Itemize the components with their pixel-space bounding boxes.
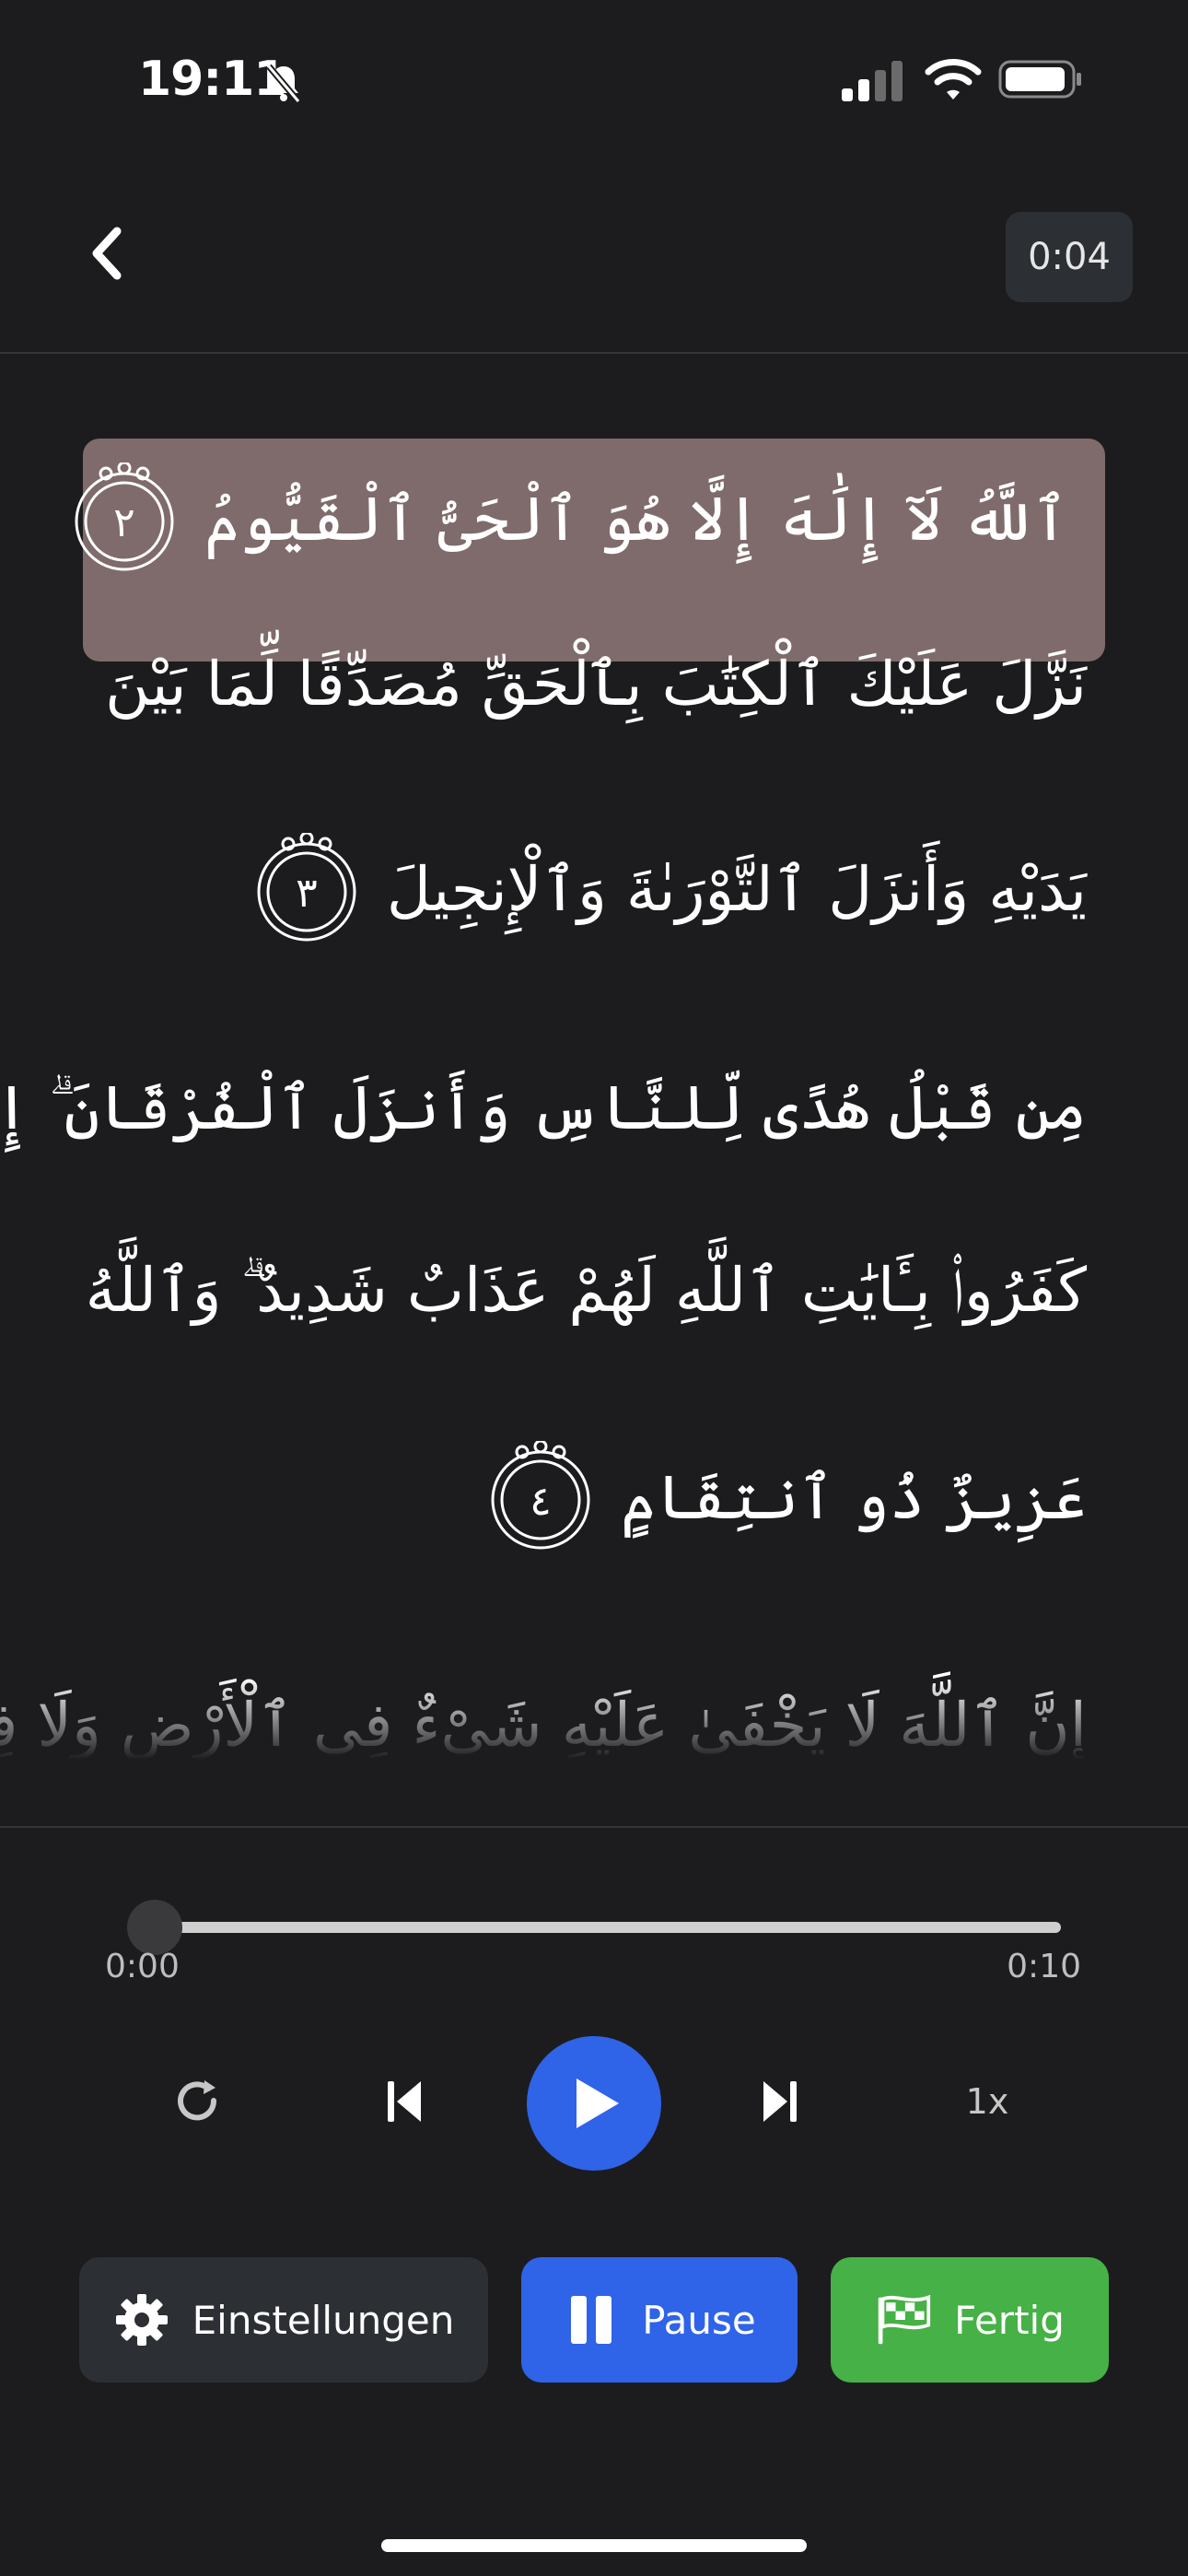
time-total: 0:10 (1007, 1948, 1081, 1985)
settings-label: Einstellungen (192, 2297, 455, 2343)
verse-text: عَزِيزٌ ذُو ٱنتِقَامٍ (620, 1461, 1087, 1533)
play-button[interactable] (527, 2036, 661, 2171)
bell-off-icon (266, 64, 301, 104)
ayah-number-marker: ٢ (75, 463, 174, 571)
skip-next-icon (763, 2081, 797, 2122)
elapsed-time-badge: 0:04 (1006, 212, 1133, 302)
verse-line[interactable]: كَفَرُوا۟ بِـَٔايَٰتِ ٱللَّهِ لَهُمْ عَذ… (86, 1255, 1087, 1328)
back-button[interactable] (74, 221, 138, 286)
verse-text: يَدَيْهِ وَأَنزَلَ ٱلتَّوْرَىٰةَ وَٱلْإِ… (386, 853, 1087, 925)
battery-icon (998, 60, 1081, 99)
verse-text: مِن قَبْلُ هُدًى لِّلنَّاسِ وَأَنزَلَ ٱل… (0, 1072, 1087, 1143)
done-label: Fertig (954, 2297, 1065, 2343)
verse-line[interactable]: عَزِيزٌ ذُو ٱنتِقَامٍ ٤ (484, 1441, 1087, 1553)
repeat-icon (178, 2080, 217, 2121)
wifi-icon (925, 59, 982, 100)
ayah-number: ٣ (296, 870, 318, 917)
verse-line[interactable]: يَدَيْهِ وَأَنزَلَ ٱلتَّوْرَىٰةَ وَٱلْإِ… (250, 833, 1087, 945)
verse-line[interactable]: نَزَّلَ عَلَيْكَ ٱلْكِتَٰبَ بِٱلْحَقِّ م… (105, 649, 1087, 720)
settings-button[interactable]: Einstellungen (79, 2257, 488, 2383)
gear-icon (113, 2291, 170, 2348)
chevron-left-icon (92, 227, 122, 280)
ayah-number-marker: ٤ (491, 1441, 590, 1550)
ayah-number: ٤ (530, 1478, 552, 1525)
verse-line[interactable]: ٱللَّهُ لَآ إِلَٰهَ إِلَّا هُوَ ٱلْحَىُّ… (68, 463, 1068, 575)
progress-thumb[interactable] (127, 1900, 182, 1955)
progress-track[interactable] (155, 1922, 1061, 1933)
done-button[interactable]: Fertig (831, 2257, 1109, 2383)
playback-speed-button[interactable]: 1x (954, 2051, 1020, 2152)
verse-text: ٱللَّهُ لَآ إِلَٰهَ إِلَّا هُوَ ٱلْحَىُّ… (204, 483, 1068, 555)
verse-text-area[interactable]: ٱللَّهُ لَآ إِلَٰهَ إِلَّا هُوَ ٱلْحَىُّ… (0, 354, 1188, 1769)
play-icon (577, 2078, 619, 2128)
repeat-button[interactable] (166, 2051, 230, 2152)
pause-label: Pause (642, 2297, 756, 2343)
verse-text: كَفَرُوا۟ بِـَٔايَٰتِ ٱللَّهِ لَهُمْ عَذ… (85, 1255, 1087, 1326)
verse-line[interactable]: مِن قَبْلُ هُدًى لِّلنَّاسِ وَأَنزَلَ ٱل… (0, 1072, 1087, 1145)
quran-player-screen: 19:11 0:04 ٱللَّهُ لَآ إِلَٰهَ إِلَّا هُ… (0, 0, 1188, 2576)
previous-verse-button[interactable] (372, 2051, 437, 2152)
player-divider (0, 1826, 1188, 1828)
home-indicator[interactable] (381, 2539, 807, 2552)
ayah-number-marker: ٣ (257, 833, 356, 942)
time-elapsed: 0:00 (105, 1948, 180, 1985)
pause-button[interactable]: Pause (521, 2257, 798, 2383)
skip-previous-icon (388, 2081, 421, 2122)
ayah-number: ٢ (113, 499, 135, 546)
checkered-flag-icon (875, 2291, 932, 2348)
verse-text: نَزَّلَ عَلَيْكَ ٱلْكِتَٰبَ بِٱلْحَقِّ م… (105, 649, 1087, 720)
signal-icon (842, 61, 903, 101)
next-verse-button[interactable] (748, 2051, 812, 2152)
status-bar: 19:11 (0, 0, 1188, 147)
verse-fade (0, 1677, 1188, 1769)
pause-icon (563, 2291, 620, 2348)
